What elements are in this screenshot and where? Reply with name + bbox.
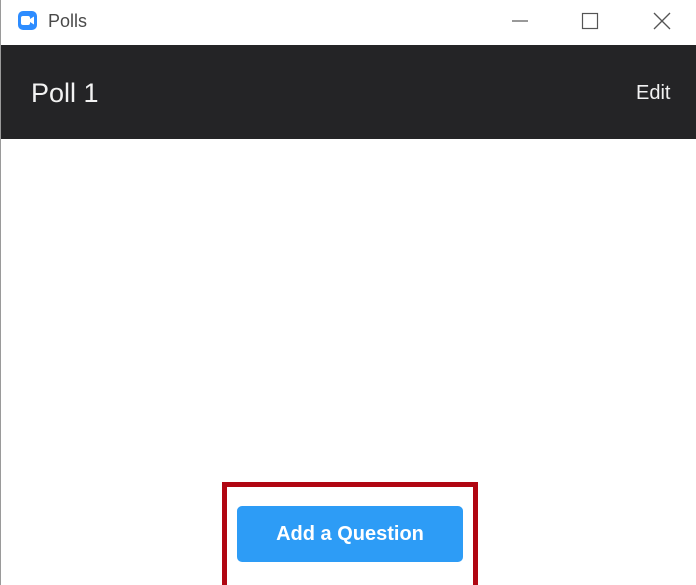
polls-window: Polls Poll 1 Edit Add a Question (0, 0, 696, 585)
minimize-icon (512, 20, 528, 22)
poll-title: Poll 1 (31, 78, 99, 108)
close-button[interactable] (638, 0, 684, 42)
close-icon (653, 12, 671, 30)
maximize-icon (581, 12, 599, 30)
zoom-camera-icon (18, 11, 37, 30)
minimize-button[interactable] (496, 0, 542, 42)
maximize-button[interactable] (566, 0, 612, 42)
add-question-button[interactable]: Add a Question (237, 506, 463, 562)
poll-header: Poll 1 Edit (1, 45, 696, 139)
window-title: Polls (48, 11, 88, 31)
edit-button[interactable]: Edit (636, 81, 670, 105)
title-bar: Polls (1, 0, 696, 45)
